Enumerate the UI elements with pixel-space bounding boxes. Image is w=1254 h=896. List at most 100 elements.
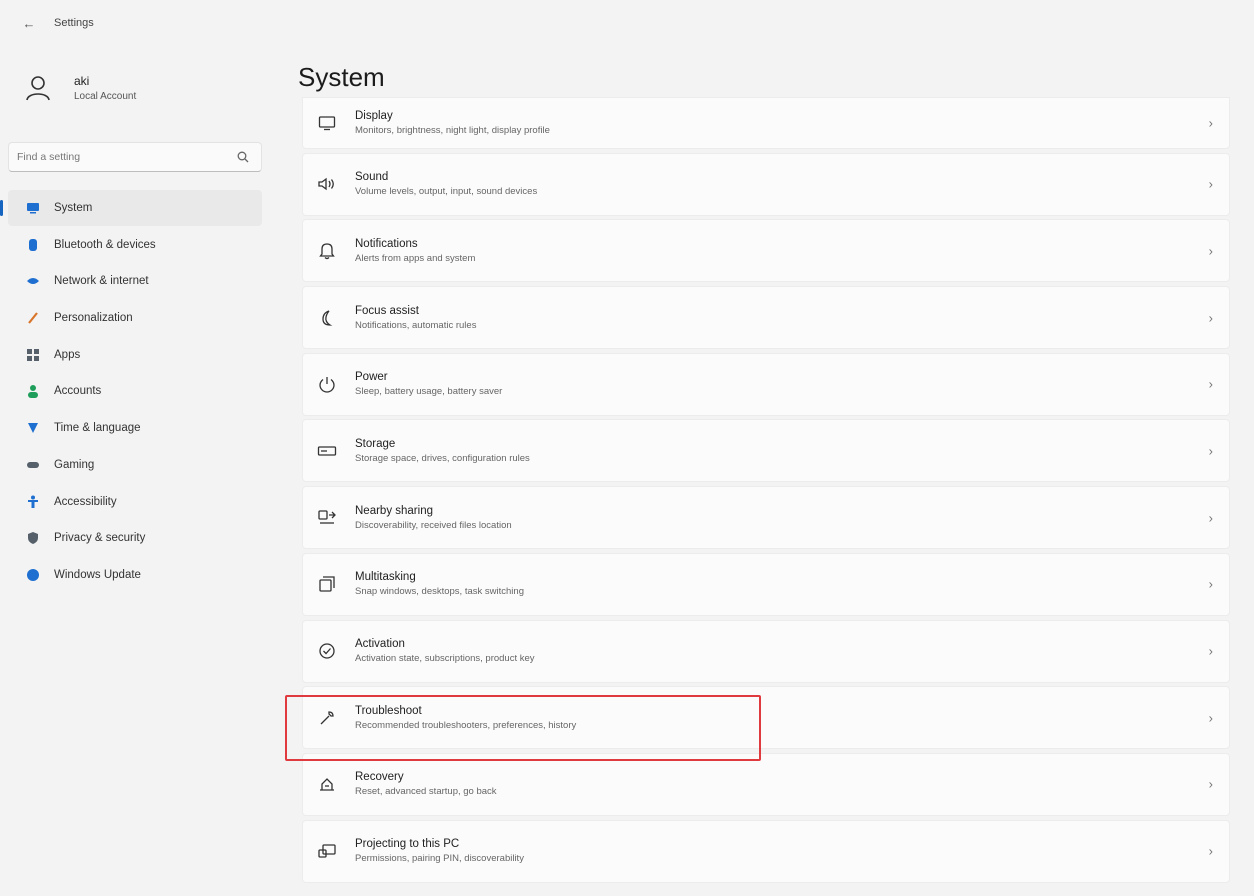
apps-icon bbox=[26, 348, 40, 362]
sidebar-item-label: Privacy & security bbox=[54, 532, 146, 545]
search-placeholder: Find a setting bbox=[17, 151, 81, 163]
settings-row-power[interactable]: Power Sleep, battery usage, battery saver… bbox=[302, 352, 1230, 416]
chevron-right-icon: › bbox=[1208, 576, 1213, 592]
sidebar-item-accounts[interactable]: Accounts bbox=[8, 373, 262, 409]
sidebar-item-personalization[interactable]: Personalization bbox=[8, 300, 262, 336]
settings-row-activation[interactable]: Activation Activation state, subscription… bbox=[302, 619, 1230, 683]
sidebar-item-gaming[interactable]: Gaming bbox=[8, 447, 262, 483]
row-desc: Discoverability, received files location bbox=[355, 519, 512, 531]
row-desc: Storage space, drives, configuration rul… bbox=[355, 452, 530, 464]
row-title: Display bbox=[355, 110, 393, 122]
settings-list: Display Monitors, brightness, night light… bbox=[302, 97, 1230, 886]
row-title: Focus assist bbox=[355, 304, 419, 317]
account-type: Local Account bbox=[74, 91, 137, 102]
sidebar-item-network[interactable]: Network & internet bbox=[8, 263, 262, 299]
row-desc: Recommended troubleshooters, preferences… bbox=[355, 719, 577, 731]
settings-row-recovery[interactable]: Recovery Reset, advanced startup, go back… bbox=[302, 752, 1230, 816]
network-icon bbox=[26, 274, 40, 288]
row-desc: Reset, advanced startup, go back bbox=[355, 786, 497, 798]
row-title: Nearby sharing bbox=[355, 504, 433, 517]
speaker-icon bbox=[317, 174, 337, 194]
sidebar-item-system[interactable]: System bbox=[0, 190, 262, 226]
sidebar-item-label: Accounts bbox=[54, 385, 102, 398]
row-title: Recovery bbox=[355, 771, 404, 784]
chevron-right-icon: › bbox=[1208, 710, 1213, 726]
sidebar-item-time-language[interactable]: Time & language bbox=[8, 410, 262, 446]
sidebar-item-label: Apps bbox=[54, 348, 81, 361]
row-title: Storage bbox=[355, 437, 396, 450]
row-title: Projecting to this PC bbox=[355, 838, 460, 851]
accessibility-icon bbox=[26, 495, 40, 509]
person-icon bbox=[20, 70, 56, 106]
sidebar: aki Local Account Find a setting System … bbox=[0, 46, 270, 896]
chevron-right-icon: › bbox=[1208, 643, 1213, 659]
sidebar-item-label: Accessibility bbox=[54, 495, 117, 508]
brush-icon bbox=[26, 311, 40, 325]
storage-icon bbox=[317, 441, 337, 461]
sidebar-item-label: Time & language bbox=[54, 422, 141, 435]
chevron-right-icon: › bbox=[1208, 243, 1213, 259]
recovery-icon bbox=[317, 774, 337, 794]
title-bar: ← Settings bbox=[0, 0, 1254, 46]
shield-icon bbox=[26, 531, 40, 545]
sidebar-item-label: System bbox=[54, 202, 93, 214]
sidebar-item-label: Network & internet bbox=[54, 275, 149, 288]
sidebar-item-bluetooth[interactable]: Bluetooth & devices bbox=[8, 227, 262, 263]
sidebar-item-label: Personalization bbox=[54, 312, 133, 325]
settings-row-sound[interactable]: Sound Volume levels, output, input, sound… bbox=[302, 152, 1230, 216]
chevron-right-icon: › bbox=[1208, 115, 1213, 131]
chevron-right-icon: › bbox=[1208, 843, 1213, 859]
settings-row-display[interactable]: Display Monitors, brightness, night light… bbox=[302, 97, 1230, 149]
wrench-icon bbox=[317, 708, 337, 728]
settings-row-nearby-sharing[interactable]: Nearby sharing Discoverability, received … bbox=[302, 486, 1230, 550]
account-name: aki bbox=[74, 74, 90, 88]
sidebar-item-apps[interactable]: Apps bbox=[8, 337, 262, 373]
chevron-right-icon: › bbox=[1208, 443, 1213, 459]
settings-row-storage[interactable]: Storage Storage space, drives, configurat… bbox=[302, 419, 1230, 483]
chevron-right-icon: › bbox=[1208, 310, 1213, 326]
sidebar-item-accessibility[interactable]: Accessibility bbox=[8, 484, 262, 520]
update-icon bbox=[26, 568, 40, 582]
bluetooth-icon bbox=[26, 238, 40, 252]
multitask-icon bbox=[317, 574, 337, 594]
row-desc: Alerts from apps and system bbox=[355, 252, 476, 264]
chevron-right-icon: › bbox=[1208, 376, 1213, 392]
check-circle-icon bbox=[317, 641, 337, 661]
power-icon bbox=[317, 374, 337, 394]
globe-clock-icon bbox=[26, 421, 40, 435]
search-input[interactable]: Find a setting bbox=[8, 142, 262, 172]
page-title: System bbox=[298, 62, 385, 92]
bell-icon bbox=[317, 241, 337, 261]
row-desc: Activation state, subscriptions, product… bbox=[355, 653, 535, 664]
system-icon bbox=[26, 201, 40, 215]
sidebar-item-label: Gaming bbox=[54, 458, 95, 471]
chevron-right-icon: › bbox=[1208, 510, 1213, 526]
row-title: Activation bbox=[355, 638, 405, 650]
row-desc: Volume levels, output, input, sound devi… bbox=[355, 186, 538, 198]
row-desc: Monitors, brightness, night light, displ… bbox=[355, 125, 550, 136]
row-title: Power bbox=[355, 371, 388, 384]
settings-row-projecting[interactable]: Projecting to this PC Permissions, pairin… bbox=[302, 819, 1230, 883]
row-desc: Sleep, battery usage, battery saver bbox=[355, 386, 503, 398]
sidebar-item-label: Windows Update bbox=[54, 568, 141, 581]
settings-row-focus-assist[interactable]: Focus assist Notifications, automatic rul… bbox=[302, 286, 1230, 350]
nav-list: System Bluetooth & devices Network & int… bbox=[0, 190, 262, 594]
sidebar-item-label: Bluetooth & devices bbox=[54, 238, 156, 251]
settings-row-notifications[interactable]: Notifications Alerts from apps and system… bbox=[302, 219, 1230, 283]
settings-row-troubleshoot[interactable]: Troubleshoot Recommended troubleshooters,… bbox=[302, 686, 1230, 750]
row-desc: Notifications, automatic rules bbox=[355, 319, 477, 331]
search-icon bbox=[237, 151, 249, 163]
accounts-icon bbox=[26, 384, 40, 399]
back-arrow-icon[interactable]: ← bbox=[20, 14, 38, 32]
settings-row-multitasking[interactable]: Multitasking Snap windows, desktops, task… bbox=[302, 552, 1230, 616]
moon-icon bbox=[317, 308, 337, 328]
account-card[interactable]: aki Local Account bbox=[20, 70, 136, 106]
row-title: Notifications bbox=[355, 237, 418, 250]
row-title: Sound bbox=[355, 171, 389, 184]
row-desc: Snap windows, desktops, task switching bbox=[355, 586, 524, 598]
window-title: Settings bbox=[54, 17, 94, 29]
display-icon bbox=[317, 113, 337, 133]
sidebar-item-privacy[interactable]: Privacy & security bbox=[8, 520, 262, 556]
sidebar-item-windows-update[interactable]: Windows Update bbox=[8, 557, 262, 593]
row-desc: Permissions, pairing PIN, discoverabilit… bbox=[355, 853, 524, 865]
